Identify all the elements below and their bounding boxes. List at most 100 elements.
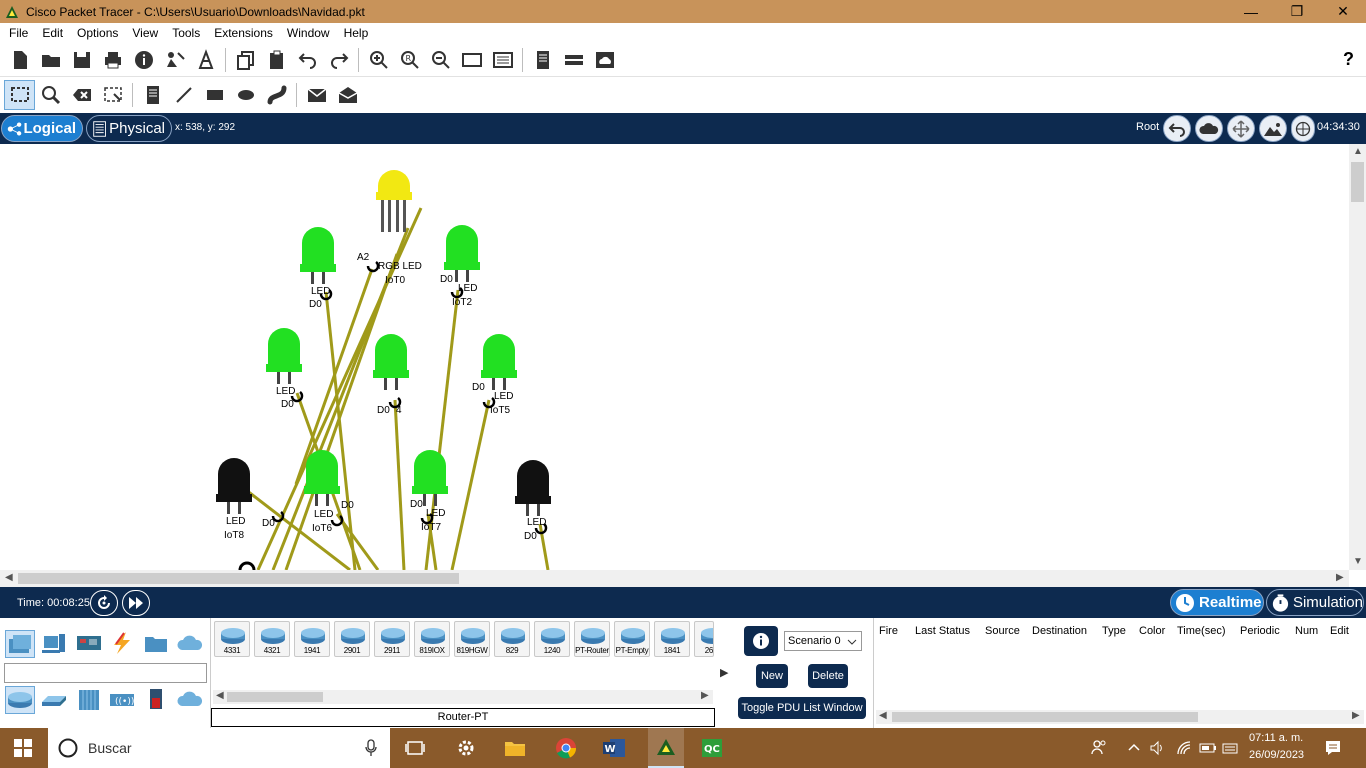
scroll-right-arrow-icon[interactable]: ▶	[1352, 710, 1360, 721]
scroll-thumb[interactable]	[892, 712, 1198, 722]
copy-button[interactable]	[230, 45, 261, 75]
menu-edit[interactable]: Edit	[35, 26, 70, 40]
physical-view-tab[interactable]: Physical	[86, 115, 172, 142]
device-router-1240[interactable]: 1240	[534, 621, 570, 657]
delete-scenario-button[interactable]: Delete	[808, 664, 848, 688]
led-device[interactable]	[373, 334, 409, 390]
device-router-2901[interactable]: 2901	[334, 621, 370, 657]
task-view-button[interactable]	[400, 734, 430, 762]
led-device-off[interactable]	[216, 458, 252, 514]
expand-panel-arrow-icon[interactable]: ▶	[720, 666, 728, 679]
menu-options[interactable]: Options	[70, 26, 125, 40]
column-header-num[interactable]: Num	[1295, 625, 1318, 637]
column-header-time[interactable]: Time(sec)	[1177, 625, 1225, 637]
led-device[interactable]	[481, 334, 517, 390]
category-miscellaneous[interactable]	[142, 630, 172, 658]
scroll-thumb[interactable]	[1351, 162, 1364, 202]
led-device-off[interactable]	[515, 460, 551, 516]
logical-workspace[interactable]: RGB LED IoT0 A2 LED D0 D0 LED IoT2 LED D…	[0, 144, 1349, 570]
device-router-4321[interactable]: 4321	[254, 621, 290, 657]
volume-icon[interactable]	[1150, 740, 1166, 756]
keyboard-icon[interactable]	[1222, 740, 1238, 756]
taskbar-settings[interactable]	[451, 734, 481, 762]
category-components[interactable]	[75, 630, 105, 658]
column-header-fire[interactable]: Fire	[879, 625, 898, 637]
paste-button[interactable]	[261, 45, 292, 75]
draw-ellipse-tool[interactable]	[230, 80, 261, 110]
rgb-led-device[interactable]	[376, 170, 412, 232]
new-scenario-button[interactable]: New	[756, 664, 788, 688]
inspect-tool[interactable]	[35, 80, 66, 110]
zoom-reset-button[interactable]: R	[394, 45, 425, 75]
scroll-left-arrow-icon[interactable]: ◀	[879, 710, 887, 721]
close-button[interactable]: ✕	[1320, 0, 1366, 23]
menu-view[interactable]: View	[125, 26, 165, 40]
set-background-button[interactable]	[1259, 115, 1287, 142]
fast-forward-button[interactable]	[122, 590, 150, 616]
device-router-4331[interactable]: 4331	[214, 621, 250, 657]
menu-help[interactable]: Help	[337, 26, 376, 40]
draw-line-tool[interactable]	[168, 80, 199, 110]
print-button[interactable]	[97, 45, 128, 75]
cable[interactable]	[393, 399, 406, 570]
category-connections[interactable]	[108, 630, 138, 658]
toggle-pdu-list-button[interactable]: Toggle PDU List Window	[738, 697, 866, 719]
back-button[interactable]	[1163, 115, 1191, 142]
power-cycle-button[interactable]	[90, 590, 118, 616]
led-device[interactable]	[266, 328, 302, 384]
device-router-819hgw[interactable]: 819HGW	[454, 621, 490, 657]
device-router-pt-empty[interactable]: PT-Empty	[614, 621, 650, 657]
minimize-button[interactable]: —	[1228, 0, 1274, 23]
workspace-vertical-scrollbar[interactable]: ▲ ▼	[1349, 144, 1366, 570]
taskbar-time[interactable]: 07:11 a. m.	[1249, 732, 1303, 744]
draw-rectangle-tool[interactable]	[199, 80, 230, 110]
taskbar-search[interactable]: Buscar	[48, 728, 390, 768]
subcategory-wan-emulation[interactable]	[176, 686, 206, 714]
menu-tools[interactable]: Tools	[165, 26, 207, 40]
save-button[interactable]	[66, 45, 97, 75]
column-header-last-status[interactable]: Last Status	[915, 625, 970, 637]
column-header-source[interactable]: Source	[985, 625, 1020, 637]
device-router-1841[interactable]: 1841	[654, 621, 690, 657]
subcategory-wireless[interactable]: ((•))	[108, 686, 138, 714]
pdu-table-scrollbar[interactable]: ◀ ▶	[876, 710, 1364, 724]
category-multiuser[interactable]	[176, 630, 206, 658]
menu-file[interactable]: File	[2, 26, 35, 40]
taskbar-date[interactable]: 26/09/2023	[1249, 749, 1304, 761]
custom-devices-button[interactable]	[487, 45, 518, 75]
people-icon[interactable]	[1091, 739, 1107, 757]
battery-icon[interactable]	[1199, 740, 1217, 756]
place-note-tool[interactable]	[137, 80, 168, 110]
device-router-829[interactable]: 829	[494, 621, 530, 657]
select-tool[interactable]	[4, 80, 35, 110]
resize-tool[interactable]	[97, 80, 128, 110]
scenario-info-button[interactable]	[744, 626, 778, 656]
complex-pdu-tool[interactable]	[332, 80, 363, 110]
menu-extensions[interactable]: Extensions	[207, 26, 280, 40]
subcategory-switches[interactable]	[40, 686, 70, 714]
category-end-devices[interactable]	[40, 630, 70, 658]
column-header-destination[interactable]: Destination	[1032, 625, 1087, 637]
scroll-left-arrow-icon[interactable]: ◀	[216, 690, 224, 701]
led-device[interactable]	[412, 450, 448, 506]
realtime-mode-button[interactable]: Realtime	[1170, 589, 1264, 616]
microphone-icon[interactable]	[365, 739, 377, 757]
workspace-horizontal-scrollbar[interactable]: ◀ ▶	[0, 570, 1349, 587]
taskbar-chrome[interactable]	[551, 734, 581, 762]
notifications-icon[interactable]	[1325, 739, 1341, 757]
open-button[interactable]	[35, 45, 66, 75]
device-list-scrollbar[interactable]: ◀ ▶	[213, 690, 713, 704]
network-info-button[interactable]	[190, 45, 221, 75]
device-router-1941[interactable]: 1941	[294, 621, 330, 657]
column-header-edit[interactable]: Edit	[1330, 625, 1349, 637]
activity-wizard-button[interactable]	[159, 45, 190, 75]
column-header-type[interactable]: Type	[1102, 625, 1126, 637]
scroll-thumb[interactable]	[227, 692, 323, 702]
subcategory-hubs[interactable]	[75, 686, 105, 714]
notes-button[interactable]	[527, 45, 558, 75]
info-button[interactable]	[128, 45, 159, 75]
device-router-pt[interactable]: PT-Router	[574, 621, 610, 657]
scroll-right-arrow-icon[interactable]: ▶	[1336, 572, 1344, 583]
scroll-up-arrow-icon[interactable]: ▲	[1353, 146, 1363, 157]
help-button[interactable]: ?	[1343, 49, 1354, 70]
